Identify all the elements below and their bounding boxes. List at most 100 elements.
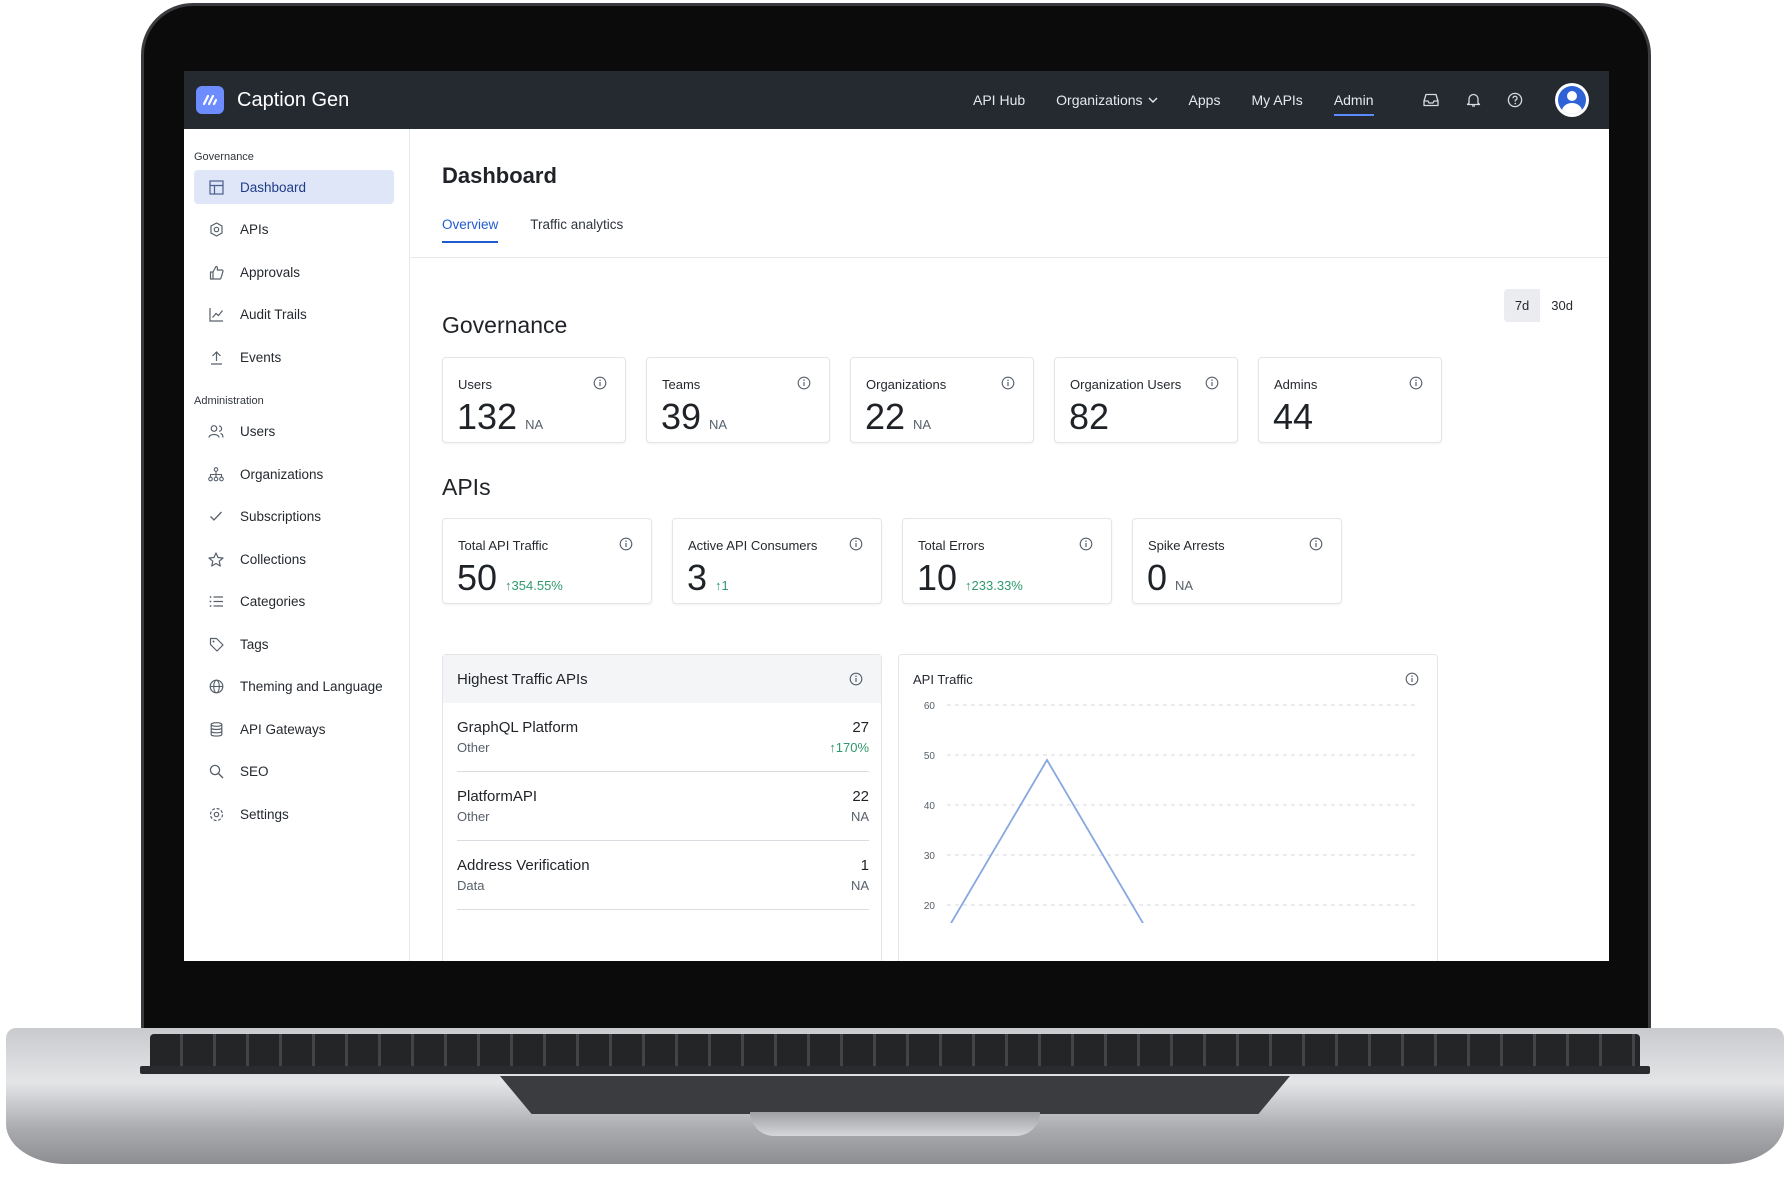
api-name: GraphQL Platform xyxy=(457,719,579,736)
nav-label: My APIs xyxy=(1251,92,1303,108)
logo-icon xyxy=(196,86,224,114)
sidebar-item-theming[interactable]: Theming and Language xyxy=(194,669,394,703)
nav-admin[interactable]: Admin xyxy=(1333,71,1374,129)
sidebar-item-label: Events xyxy=(240,349,282,365)
sidebar-item-label: Subscriptions xyxy=(240,508,322,524)
tab-overview[interactable]: Overview xyxy=(442,217,499,243)
highest-traffic-header: Highest Traffic APIs xyxy=(443,655,881,703)
check-icon xyxy=(208,508,224,524)
highest-traffic-card: Highest Traffic APIs GraphQL Platform Ot… xyxy=(442,654,882,961)
sidebar-item-tags[interactable]: Tags xyxy=(194,627,394,661)
info-icon[interactable] xyxy=(849,537,863,551)
sidebar-section-title: Administration xyxy=(194,395,264,407)
nav-label: API Hub xyxy=(973,92,1026,108)
info-icon[interactable] xyxy=(1079,537,1093,551)
sidebar-item-settings[interactable]: Settings xyxy=(194,797,394,831)
list-item[interactable]: Address Verification Data 1 NA xyxy=(457,841,869,910)
stat-card-organizations: Organizations 22 NA xyxy=(850,357,1034,443)
info-icon[interactable] xyxy=(619,537,633,551)
app-name: Caption Gen xyxy=(237,88,350,111)
stat-change: ↑233.33% xyxy=(965,578,1023,593)
stat-label: Organization Users xyxy=(1070,377,1182,392)
sidebar-item-apis[interactable]: APIs xyxy=(194,212,394,246)
sidebar-item-api-gateways[interactable]: API Gateways xyxy=(194,712,394,746)
info-icon[interactable] xyxy=(1001,376,1015,390)
sidebar-item-label: Settings xyxy=(240,806,289,822)
nav-my-apis[interactable]: My APIs xyxy=(1251,71,1302,129)
top-icons xyxy=(1401,71,1609,129)
gear-icon xyxy=(208,806,224,822)
nav-label: Apps xyxy=(1188,92,1221,108)
nav-apps[interactable]: Apps xyxy=(1189,71,1221,129)
period-toggle: 7d 30d xyxy=(1503,289,1584,322)
info-icon[interactable] xyxy=(1309,537,1323,551)
sidebar-item-organizations[interactable]: Organizations xyxy=(194,457,394,491)
bell-icon[interactable] xyxy=(1461,88,1485,112)
stat-value: 82 xyxy=(1069,396,1117,438)
info-icon[interactable] xyxy=(1409,376,1423,390)
api-name: PlatformAPI xyxy=(457,788,538,805)
sidebar-item-subscriptions[interactable]: Subscriptions xyxy=(194,499,394,533)
sidebar-item-categories[interactable]: Categories xyxy=(194,584,394,618)
stat-value: 0 NA xyxy=(1147,557,1193,599)
sidebar-item-events[interactable]: Events xyxy=(194,340,394,374)
stat-value: 22 NA xyxy=(865,396,931,438)
governance-title: Governance xyxy=(442,312,568,338)
sidebar-item-dashboard[interactable]: Dashboard xyxy=(194,170,394,204)
help-icon[interactable] xyxy=(1503,88,1527,112)
stat-label: Total Errors xyxy=(918,538,985,553)
tag-icon xyxy=(208,636,224,652)
list-item[interactable]: GraphQL Platform Other 27 ↑170% xyxy=(457,703,869,772)
stat-number: 22 xyxy=(865,396,906,437)
period-7d-button[interactable]: 7d xyxy=(1503,289,1541,322)
sidebar-item-users[interactable]: Users xyxy=(194,414,394,448)
brand[interactable]: Caption Gen xyxy=(196,86,349,114)
sidebar-item-label: Organizations xyxy=(240,466,324,482)
sidebar-item-label: Categories xyxy=(240,593,306,609)
list-item[interactable]: PlatformAPI Other 22 NA xyxy=(457,772,869,841)
info-icon[interactable] xyxy=(1205,376,1219,390)
sidebar-item-label: Tags xyxy=(240,636,269,652)
dashboard-icon xyxy=(208,179,224,195)
sidebar-item-label: Users xyxy=(240,423,276,439)
info-icon[interactable] xyxy=(849,672,863,686)
tabs-divider xyxy=(411,257,1609,258)
sidebar-item-seo[interactable]: SEO xyxy=(194,754,394,788)
period-30d-button[interactable]: 30d xyxy=(1540,289,1584,322)
sidebar-item-label: Dashboard xyxy=(240,179,307,195)
sidebar-item-label: Theming and Language xyxy=(240,678,383,694)
api-traffic-value: 27 xyxy=(852,719,869,736)
stat-label: Users xyxy=(458,377,492,392)
sidebar-item-label: APIs xyxy=(240,221,269,237)
stat-change: NA xyxy=(525,417,544,432)
stat-value: 3 ↑1 xyxy=(687,557,729,599)
sidebar-item-approvals[interactable]: Approvals xyxy=(194,255,394,289)
stat-card-total-api-traffic: Total API Traffic 50 ↑354.55% xyxy=(442,518,652,604)
highest-traffic-title: Highest Traffic APIs xyxy=(457,670,588,688)
nav-api-hub[interactable]: API Hub xyxy=(973,71,1025,129)
stat-card-total-errors: Total Errors 10 ↑233.33% xyxy=(902,518,1112,604)
stat-label: Organizations xyxy=(866,377,947,392)
search-icon xyxy=(208,763,224,779)
api-traffic-change: NA xyxy=(850,878,869,893)
nav-organizations[interactable]: Organizations xyxy=(1056,71,1158,129)
tab-traffic-analytics[interactable]: Traffic analytics xyxy=(530,217,623,243)
avatar[interactable] xyxy=(1555,83,1589,117)
sidebar: Governance Dashboard APIs Approvals Audi… xyxy=(184,129,410,961)
stat-change: ↑1 xyxy=(715,578,729,593)
sidebar-item-audit-trails[interactable]: Audit Trails xyxy=(194,297,394,331)
stat-value: 10 ↑233.33% xyxy=(917,557,1023,599)
sidebar-item-label: SEO xyxy=(240,763,269,779)
sidebar-item-collections[interactable]: Collections xyxy=(194,542,394,576)
stat-number: 3 xyxy=(687,557,708,598)
inbox-icon[interactable] xyxy=(1419,88,1443,112)
info-icon[interactable] xyxy=(797,376,811,390)
sidebar-item-label: Audit Trails xyxy=(240,306,307,322)
y-tick-label: 60 xyxy=(924,701,936,712)
info-icon[interactable] xyxy=(593,376,607,390)
stat-number: 132 xyxy=(457,396,518,437)
y-tick-label: 40 xyxy=(924,801,936,812)
stat-label: Admins xyxy=(1274,377,1318,392)
sidebar-item-label: Approvals xyxy=(240,264,301,280)
stat-value: 50 ↑354.55% xyxy=(457,557,563,599)
